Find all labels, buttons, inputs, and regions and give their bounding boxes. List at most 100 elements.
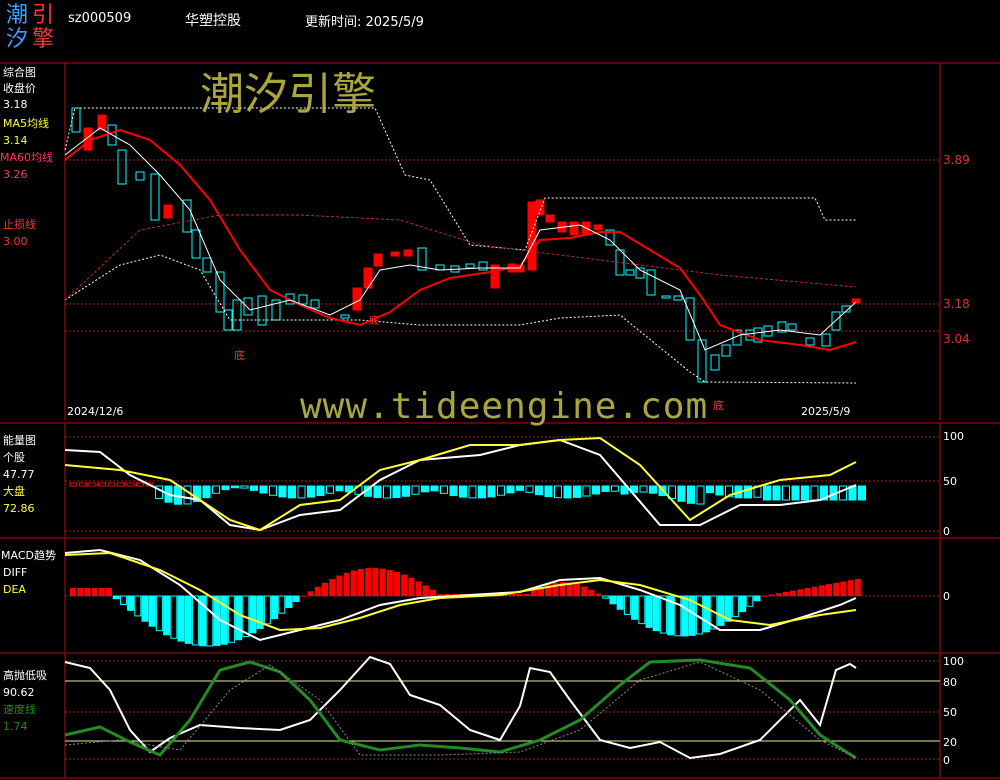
energy-bar-red	[79, 482, 87, 487]
macd-bar-cyan	[652, 595, 660, 632]
main-ytick-2: 3.18	[943, 297, 970, 311]
energy-bar-cyan	[468, 485, 477, 499]
macd-bar-red	[797, 589, 804, 596]
macd-bar-red	[422, 585, 429, 596]
energy-bar-cyan	[430, 485, 439, 492]
buysell-title: 高抛低吸	[3, 669, 47, 682]
candle-down	[182, 199, 192, 233]
candle-up	[363, 267, 373, 289]
energy-bar-cyan	[687, 485, 695, 504]
macd-bar-red	[350, 570, 357, 596]
candle-up	[403, 249, 413, 257]
buysell-ytick-100: 100	[943, 655, 964, 668]
macd-bar-cyan	[703, 595, 711, 633]
candle-up	[569, 221, 579, 236]
energy-bar-cyan	[297, 485, 306, 499]
energy-bar-cyan	[288, 485, 296, 499]
energy-bar-cyan	[715, 485, 724, 496]
macd-bar-red	[401, 574, 408, 596]
energy-bar-cyan	[440, 485, 448, 494]
energy-bar-cyan	[383, 485, 391, 499]
macd-bar-red	[329, 578, 336, 596]
candle-up	[390, 251, 400, 257]
buysell-ytick-80: 80	[943, 676, 957, 689]
energy-bar-cyan	[639, 485, 648, 493]
date-start: 2024/12/6	[67, 405, 124, 418]
energy-bar-cyan	[250, 485, 258, 491]
macd-bar-red	[516, 594, 523, 596]
macd-bar-red	[394, 571, 400, 596]
energy-bar-cyan	[307, 485, 315, 498]
energy-bar-cyan	[202, 485, 211, 499]
macd-bar-red	[106, 588, 112, 596]
energy-stock-value: 47.77	[3, 468, 35, 481]
energy-bar-red	[98, 482, 106, 487]
main-ytick-3: 3.04	[943, 332, 970, 346]
energy-bar-red	[126, 482, 135, 487]
candle-down	[710, 354, 720, 371]
candle-down	[805, 337, 815, 346]
buysell-ytick-0: 0	[943, 754, 950, 767]
energy-bar-cyan	[212, 485, 220, 494]
buysell-speed-value: 1.74	[3, 720, 28, 733]
candle-down	[243, 297, 253, 316]
macd-bar-cyan	[674, 595, 682, 637]
bottom-mark-3: 底	[713, 399, 724, 412]
energy-bar-cyan	[744, 485, 752, 499]
energy-bar-cyan	[525, 485, 534, 493]
candle-down	[202, 257, 212, 273]
energy-bar-red	[136, 482, 144, 487]
macd-bar-cyan	[134, 595, 142, 617]
energy-yellow-line	[64, 436, 857, 532]
bottom-mark-1: 底	[234, 349, 245, 362]
macd-bar-red	[343, 572, 350, 596]
buysell-ytick-50: 50	[943, 706, 957, 719]
energy-bar-cyan	[582, 485, 591, 497]
buysell-speed-label: 速度线	[3, 703, 36, 716]
macd-bar-red	[408, 577, 415, 596]
energy-bar-cyan	[497, 485, 505, 496]
ma60-dashed-line	[64, 214, 857, 301]
candle-down	[117, 149, 127, 185]
macd-bar-red	[854, 578, 861, 596]
macd-bar-red	[826, 584, 832, 596]
energy-bar-cyan	[240, 485, 249, 489]
macd-bar-cyan	[609, 595, 617, 605]
close-value: 3.18	[3, 98, 28, 111]
macd-bar-cyan	[623, 595, 631, 615]
ma60-label: MA60均线	[0, 151, 54, 164]
buysell-green-line	[64, 658, 857, 760]
energy-bar-cyan	[411, 485, 420, 495]
ma60-value: 3.26	[3, 168, 28, 181]
macd-bar-cyan	[206, 595, 214, 647]
energy-bar-cyan	[801, 485, 809, 501]
energy-bar-cyan	[487, 485, 496, 498]
energy-bar-cyan	[478, 485, 486, 499]
candle-up	[545, 214, 555, 223]
energy-bar-cyan	[772, 485, 781, 501]
macd-bar-red	[581, 586, 588, 596]
macd-bar-cyan	[681, 595, 689, 637]
energy-bar-cyan	[611, 485, 619, 492]
macd-bar-cyan	[731, 595, 739, 618]
macd-bar-red	[358, 569, 364, 596]
macd-ytick-0: 0	[943, 590, 950, 603]
candle-up	[535, 199, 545, 216]
energy-bar-cyan	[535, 485, 543, 496]
macd-bar-cyan	[155, 595, 163, 632]
energy-bar-cyan	[459, 485, 467, 498]
macd-bar-red	[811, 586, 818, 596]
energy-bar-cyan	[706, 485, 714, 494]
energy-bar-cyan	[649, 485, 657, 494]
macd-bar-cyan	[631, 595, 639, 620]
candle-up	[593, 224, 603, 231]
energy-ytick-100: 100	[943, 430, 964, 443]
candle-down	[697, 339, 707, 383]
macd-bar-red	[336, 575, 343, 596]
energy-bar-cyan	[326, 485, 334, 494]
watermark-cn: 潮汐引擎	[200, 69, 376, 120]
energy-bar-cyan	[763, 485, 771, 501]
ma5-label: MA5均线	[3, 117, 50, 130]
energy-bar-cyan	[563, 485, 572, 499]
macd-bar-red	[574, 584, 580, 596]
